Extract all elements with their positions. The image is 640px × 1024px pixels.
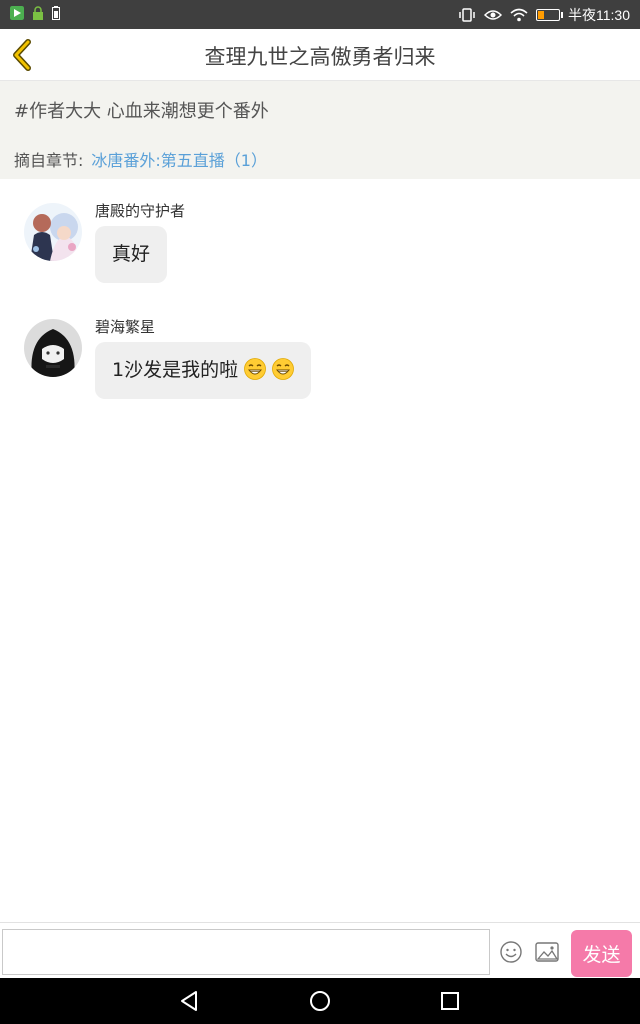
- comment-input-bar: 发送: [0, 922, 640, 979]
- avatar-image: [24, 319, 82, 377]
- nav-home-button[interactable]: [307, 988, 333, 1014]
- recents-square-icon: [441, 992, 459, 1010]
- battery-icon: [536, 9, 563, 21]
- message-text: 1沙发是我的啦: [112, 359, 239, 381]
- avatar[interactable]: [24, 319, 82, 377]
- battery-level: [538, 11, 544, 19]
- source-label: 摘自章节:: [14, 151, 84, 170]
- battery-small-icon: [52, 6, 60, 20]
- message-text: 真好: [112, 243, 151, 265]
- back-triangle-icon: [181, 991, 197, 1011]
- app-icon: [10, 6, 24, 20]
- smiley-icon: [500, 941, 522, 963]
- send-button[interactable]: 发送: [571, 930, 632, 977]
- eye-icon: [484, 10, 502, 20]
- nav-back-button[interactable]: [176, 988, 202, 1014]
- status-bar: 半夜11:30: [0, 0, 640, 29]
- system-navigation-bar: [0, 978, 640, 1024]
- username[interactable]: 唐殿的守护者: [95, 200, 185, 221]
- quoted-excerpt: #作者大大 心血来潮想更个番外 摘自章节: 冰唐番外:第五直播（1）: [0, 81, 640, 179]
- excerpt-text: #作者大大 心血来潮想更个番外: [14, 101, 269, 122]
- grinning-emoji-icon: [244, 357, 267, 380]
- message-bubble: 真好: [95, 226, 168, 283]
- wifi-icon: [510, 8, 528, 22]
- clock-text: 半夜11:30: [568, 7, 630, 23]
- comment-input[interactable]: [2, 929, 490, 975]
- avatar[interactable]: [24, 203, 82, 261]
- app-header: 查理九世之高傲勇者归来: [0, 29, 640, 81]
- grinning-emoji-icon: [272, 357, 295, 380]
- chapter-link[interactable]: 冰唐番外:第五直播（1）: [91, 151, 267, 170]
- page-title: 查理九世之高傲勇者归来: [204, 45, 436, 69]
- vibrate-icon: [459, 8, 475, 22]
- home-circle-icon: [310, 991, 330, 1011]
- image-icon: [535, 942, 559, 962]
- nav-recents-button[interactable]: [437, 988, 463, 1014]
- system-icons: 半夜11:30: [458, 5, 630, 25]
- username[interactable]: 碧海繁星: [95, 316, 155, 337]
- image-button[interactable]: [534, 940, 559, 964]
- message-bubble: 1沙发是我的啦: [95, 342, 312, 399]
- emoji-button[interactable]: [499, 940, 523, 964]
- excerpt-source: 摘自章节: 冰唐番外:第五直播（1）: [14, 147, 267, 171]
- notification-icons: [10, 6, 60, 20]
- lock-icon: [33, 6, 43, 20]
- avatar-image: [24, 203, 82, 261]
